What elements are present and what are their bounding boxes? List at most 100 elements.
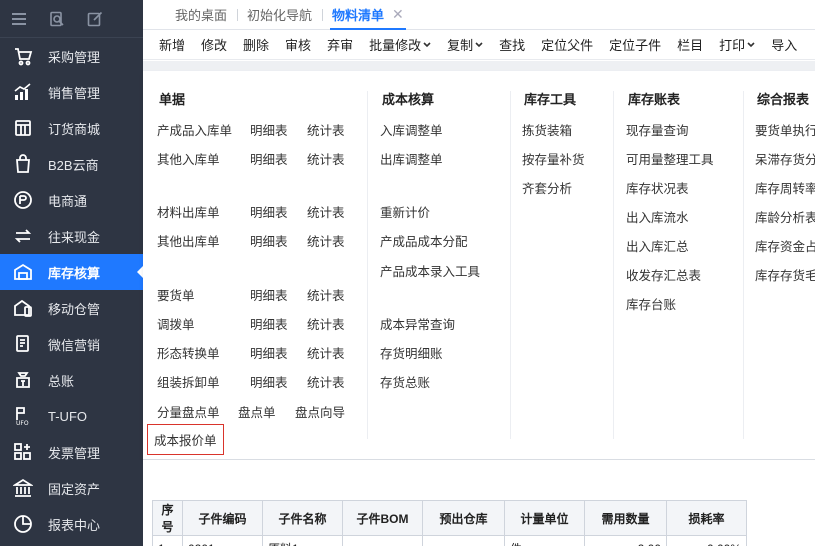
table-cell[interactable]: 件 — [504, 535, 585, 546]
toolbar-button[interactable]: 复制 — [439, 35, 491, 54]
menu-item-document[interactable]: 统计表 — [307, 372, 345, 391]
close-icon[interactable]: ✕ — [392, 6, 404, 23]
menu-item-tool[interactable]: 齐套分析 — [522, 178, 572, 197]
menu-item-document[interactable]: 产成品入库单 — [157, 120, 232, 139]
menu-item-report[interactable]: 库龄分析表 — [755, 207, 815, 226]
sidebar-item[interactable]: 订货商城 — [0, 110, 143, 146]
menu-item-document[interactable]: 分量盘点单 — [157, 402, 220, 421]
menu-item-tool[interactable]: 按存量补货 — [522, 149, 585, 168]
menu-item-cost[interactable]: 存货总账 — [380, 372, 430, 391]
menu-item-document[interactable]: 统计表 — [307, 231, 345, 250]
tab-bom[interactable]: 物料清单 ✕ — [322, 0, 414, 30]
menu-item-document[interactable]: 明细表 — [250, 202, 288, 221]
column-header[interactable]: 计量单位 — [504, 500, 585, 536]
sidebar-item[interactable]: 采购管理 — [0, 38, 143, 74]
menu-item-ledger[interactable]: 出入库流水 — [626, 207, 689, 226]
tab-my-desktop[interactable]: 我的桌面 — [165, 0, 237, 29]
toolbar-button[interactable]: 栏目 — [669, 35, 711, 54]
menu-item-document[interactable]: 其他入库单 — [157, 149, 220, 168]
menu-item-document[interactable]: 统计表 — [307, 285, 345, 304]
column-header[interactable]: 子件名称 — [262, 500, 343, 536]
sidebar-item[interactable]: 总账 — [0, 362, 143, 398]
menu-item-document[interactable]: 统计表 — [307, 149, 345, 168]
menu-item-document[interactable]: 统计表 — [307, 120, 345, 139]
menu-item-cost[interactable]: 产品成本录入工具 — [380, 261, 480, 280]
column-header[interactable]: 需用数量 — [584, 500, 667, 536]
toolbar-button[interactable]: 定位父件 — [533, 35, 601, 54]
menu-item-cost-quote[interactable]: 成本报价单 — [147, 424, 224, 455]
table-row[interactable]: 10201原料1 件2.000.00% — [152, 535, 747, 546]
table-cell[interactable]: 1 — [152, 535, 183, 546]
menu-item-cost[interactable]: 出库调整单 — [380, 149, 443, 168]
menu-item-report[interactable]: 要货单执行 — [755, 120, 815, 139]
menu-item-document[interactable]: 明细表 — [250, 149, 288, 168]
menu-item-document[interactable]: 其他出库单 — [157, 231, 220, 250]
menu-item-report[interactable]: 库存存货毛 — [755, 265, 815, 284]
menu-item-document[interactable]: 明细表 — [250, 231, 288, 250]
menu-icon[interactable] — [10, 10, 28, 28]
toolbar-button[interactable]: 打印 — [711, 35, 763, 54]
sidebar-item[interactable]: B2B云商 — [0, 146, 143, 182]
toolbar-button[interactable]: 弃审 — [319, 35, 361, 54]
menu-item-document[interactable]: 明细表 — [250, 120, 288, 139]
sidebar-item[interactable]: 报表中心 — [0, 506, 143, 542]
menu-item-ledger[interactable]: 现存量查询 — [626, 120, 689, 139]
table-cell[interactable]: 0201 — [182, 535, 263, 546]
table-cell[interactable]: 原料1 — [262, 535, 343, 546]
menu-item-document[interactable]: 盘点单 — [238, 402, 276, 421]
menu-item-document[interactable]: 明细表 — [250, 285, 288, 304]
sidebar-item[interactable]: 库存核算 — [0, 254, 144, 290]
tab-init-nav[interactable]: 初始化导航 — [237, 0, 322, 29]
menu-item-document[interactable]: 调拨单 — [157, 314, 195, 333]
menu-item-cost[interactable]: 成本异常查询 — [380, 314, 455, 333]
sidebar-item[interactable]: 固定资产 — [0, 470, 143, 506]
menu-item-ledger[interactable]: 收发存汇总表 — [626, 265, 701, 284]
menu-item-ledger[interactable]: 库存状况表 — [626, 178, 689, 197]
toolbar-button[interactable]: 审核 — [277, 35, 319, 54]
menu-item-report[interactable]: 库存周转率 — [755, 178, 815, 197]
toolbar-button[interactable]: 查找 — [491, 35, 533, 54]
menu-item-cost[interactable]: 存货明细账 — [380, 343, 443, 362]
table-cell[interactable]: 0.00% — [666, 535, 747, 546]
menu-item-ledger[interactable]: 出入库汇总 — [626, 236, 689, 255]
sidebar-item[interactable]: 移动仓管 — [0, 290, 143, 326]
menu-item-document[interactable]: 材料出库单 — [157, 202, 220, 221]
menu-item-document[interactable]: 明细表 — [250, 372, 288, 391]
table-cell[interactable] — [342, 535, 423, 546]
toolbar-button[interactable]: 修改 — [193, 35, 235, 54]
column-header[interactable]: 子件BOM — [342, 500, 423, 536]
menu-item-document[interactable]: 明细表 — [250, 314, 288, 333]
menu-item-document[interactable]: 组装拆卸单 — [157, 372, 220, 391]
toolbar-button[interactable]: 删除 — [235, 35, 277, 54]
menu-item-document[interactable]: 统计表 — [307, 343, 345, 362]
menu-item-ledger[interactable]: 库存台账 — [626, 294, 676, 313]
toolbar-button[interactable]: 新增 — [151, 35, 193, 54]
sidebar-item[interactable]: 销售管理 — [0, 74, 143, 110]
menu-item-cost[interactable]: 产成品成本分配 — [380, 231, 468, 250]
column-header[interactable]: 损耗率 — [666, 500, 747, 536]
column-header[interactable]: 子件编码 — [182, 500, 263, 536]
menu-item-document[interactable]: 统计表 — [307, 202, 345, 221]
table-cell[interactable] — [422, 535, 505, 546]
menu-item-cost[interactable]: 重新计价 — [380, 202, 430, 221]
menu-item-document[interactable]: 盘点向导 — [295, 402, 345, 421]
menu-item-document[interactable]: 要货单 — [157, 285, 195, 304]
menu-item-document[interactable]: 形态转换单 — [157, 343, 220, 362]
menu-item-document[interactable]: 明细表 — [250, 343, 288, 362]
toolbar-button[interactable]: 导入 — [763, 35, 805, 54]
toolbar-button[interactable]: 定位子件 — [601, 35, 669, 54]
sidebar-item[interactable]: 电商通 — [0, 182, 143, 218]
sidebar-item[interactable]: UFO T-UFO — [0, 398, 143, 434]
menu-item-tool[interactable]: 拣货装箱 — [522, 120, 572, 139]
table-cell[interactable]: 2.00 — [584, 535, 667, 546]
menu-item-report[interactable]: 库存资金占 — [755, 236, 815, 255]
menu-item-document[interactable]: 统计表 — [307, 314, 345, 333]
menu-item-report[interactable]: 呆滞存货分 — [755, 149, 815, 168]
menu-item-cost[interactable]: 入库调整单 — [380, 120, 443, 139]
sidebar-item[interactable]: 发票管理 — [0, 434, 143, 470]
column-header[interactable]: 预出仓库 — [422, 500, 505, 536]
menu-item-ledger[interactable]: 可用量整理工具 — [626, 149, 714, 168]
sidebar-item[interactable]: 往来现金 — [0, 218, 143, 254]
column-header[interactable]: 序号 — [152, 500, 183, 536]
search-doc-icon[interactable] — [48, 10, 66, 28]
